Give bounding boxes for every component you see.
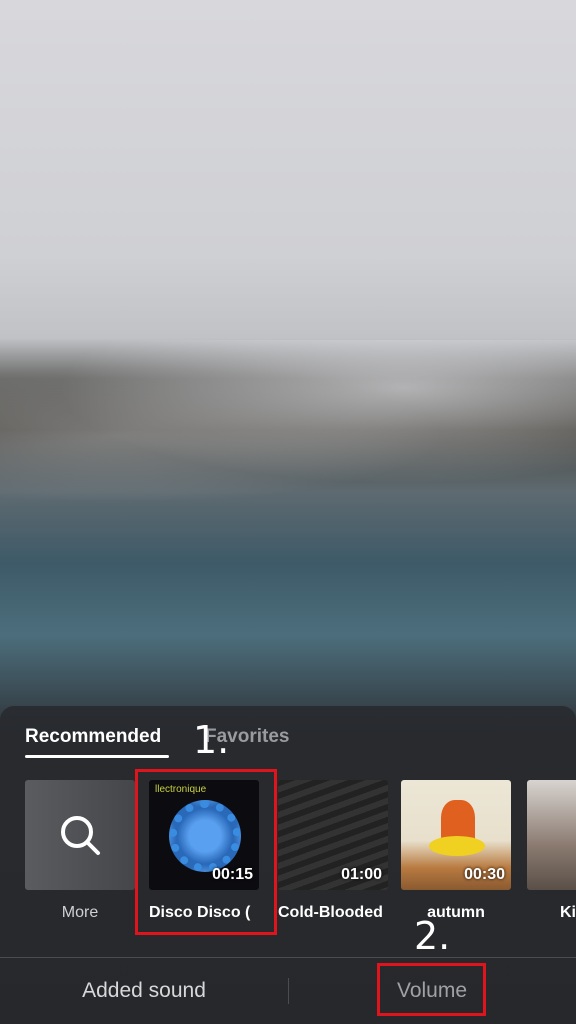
highlight-box-step1 xyxy=(135,769,277,935)
highlight-box-step2 xyxy=(377,963,486,1016)
more-sounds-button[interactable] xyxy=(25,780,135,890)
sound-label: Cold-Blooded xyxy=(278,904,383,921)
tab-recommended[interactable]: Recommended xyxy=(25,726,161,748)
duration: 00:30 xyxy=(464,866,505,883)
divider xyxy=(0,957,576,958)
sound-label: Ki xyxy=(560,904,576,921)
sound-autumn[interactable]: 00:30 xyxy=(401,780,511,890)
sound-cold-blooded[interactable]: 01:00 xyxy=(278,780,388,890)
duration: 01:00 xyxy=(341,866,382,883)
step-2-label: 2. xyxy=(414,914,451,958)
step-1-label: 1. xyxy=(193,718,230,762)
sound-ki[interactable] xyxy=(527,780,576,890)
search-icon xyxy=(61,816,100,855)
added-sound-tab[interactable]: Added sound xyxy=(0,979,288,1003)
sound-label: More xyxy=(61,904,99,921)
landscape-snow xyxy=(0,340,576,500)
album-art-skirt xyxy=(429,836,485,856)
active-tab-indicator xyxy=(25,755,169,758)
